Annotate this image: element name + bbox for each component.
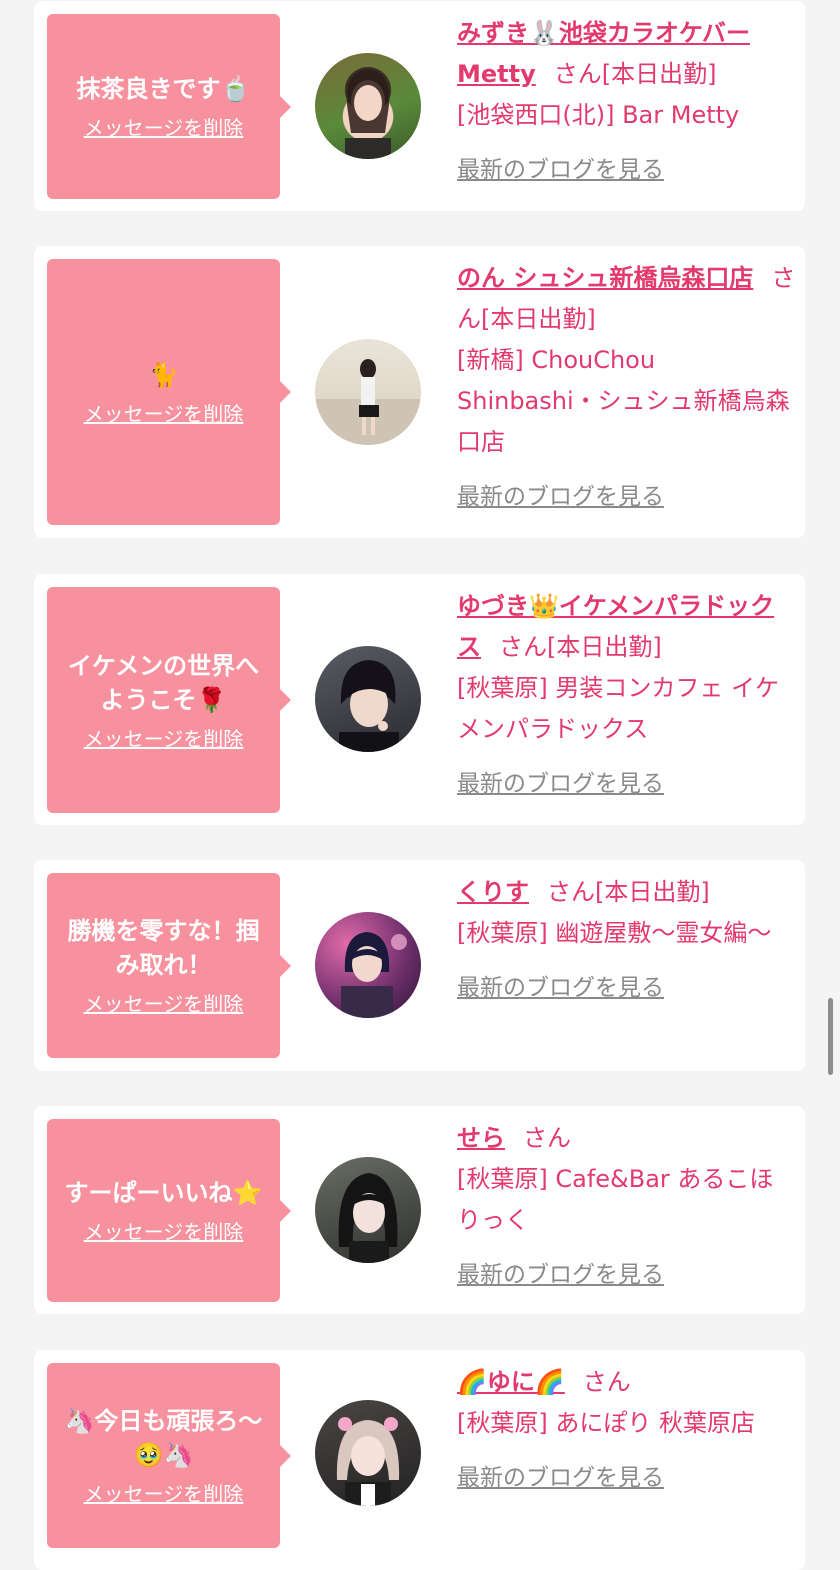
message-text: すーぱーいいね⭐ <box>64 1179 263 1207</box>
avatar[interactable] <box>315 1157 421 1263</box>
honorific: さん <box>547 878 595 906</box>
shop-name: [秋葉原] 幽遊屋敷〜霊女編〜 <box>457 919 772 947</box>
avatar-photo <box>315 359 421 445</box>
honorific: さん <box>523 1124 571 1152</box>
avatar[interactable] <box>315 646 421 752</box>
message-bubble: 🐈 メッセージを削除 <box>47 259 291 525</box>
message-text: イケメンの世界へようこそ🌹 <box>67 651 260 714</box>
message-bubble: 勝機を零すな！掴み取れ！ メッセージを削除 <box>47 873 291 1058</box>
message-card: 🐈 メッセージを削除 のん シュシュ新橋烏森口店 さん[本日出勤] [新橋] Ch… <box>34 246 805 538</box>
message-card: イケメンの世界へようこそ🌹 メッセージを削除 ゆづき👑イケメンパラドックス さん[… <box>34 574 805 825</box>
honorific: さん <box>553 60 602 88</box>
shop-name: [新橋] ChouChou Shinbashi・シュシュ新橋烏森口店 <box>457 346 790 456</box>
cast-info: せら さん [秋葉原] Cafe&Bar あるこほりっく 最新のブログを見る <box>457 1118 797 1296</box>
latest-blog-link[interactable]: 最新のブログを見る <box>457 968 664 1009</box>
shop-name: [秋葉原] あにぽり 秋葉原店 <box>457 1409 755 1437</box>
latest-blog-link[interactable]: 最新のブログを見る <box>457 477 664 518</box>
cast-info: 🌈ゆに🌈 さん [秋葉原] あにぽり 秋葉原店 最新のブログを見る <box>457 1362 797 1499</box>
avatar[interactable] <box>315 1400 421 1506</box>
delete-message-link[interactable]: メッセージを削除 <box>84 988 244 1017</box>
message-text: 抹茶良きです🍵 <box>76 75 251 103</box>
cast-info: くりす さん[本日出勤] [秋葉原] 幽遊屋敷〜霊女編〜 最新のブログを見る <box>457 872 797 1009</box>
message-bubble: 抹茶良きです🍵 メッセージを削除 <box>47 14 291 199</box>
attendance-status: [本日出勤] <box>547 633 662 661</box>
avatar[interactable] <box>315 912 421 1018</box>
avatar-photo <box>341 932 407 1018</box>
cast-name-link[interactable]: くりす <box>457 878 529 906</box>
cast-name-link[interactable]: 🌈ゆに🌈 <box>457 1368 565 1396</box>
message-bubble: 🦄今日も頑張ろ〜🥹🦄 メッセージを削除 <box>47 1363 291 1548</box>
message-bubble: イケメンの世界へようこそ🌹 メッセージを削除 <box>47 587 291 813</box>
honorific: さん <box>499 633 547 661</box>
cast-name-link[interactable]: せら <box>457 1124 505 1152</box>
delete-message-link[interactable]: メッセージを削除 <box>84 1216 244 1245</box>
attendance-status: [本日出勤] <box>601 60 717 88</box>
message-card: すーぱーいいね⭐ メッセージを削除 せら さん [秋葉原] Cafe&Bar ある… <box>34 1106 805 1314</box>
delete-message-link[interactable]: メッセージを削除 <box>84 398 244 427</box>
message-text: 勝機を零すな！掴み取れ！ <box>67 917 260 979</box>
shop-name: [池袋西口(北)] Bar Metty <box>457 101 740 129</box>
avatar-photo <box>338 1173 398 1263</box>
delete-message-link[interactable]: メッセージを削除 <box>84 723 244 752</box>
cast-info: のん シュシュ新橋烏森口店 さん[本日出勤] [新橋] ChouChou Shin… <box>457 258 797 518</box>
message-card: 勝機を零すな！掴み取れ！ メッセージを削除 くりす さん[本日出勤] [秋葉原] … <box>34 860 805 1071</box>
message-text: 🦄今日も頑張ろ〜🥹🦄 <box>64 1407 263 1469</box>
attendance-status: [本日出勤] <box>481 305 596 333</box>
latest-blog-link[interactable]: 最新のブログを見る <box>457 1255 664 1296</box>
avatar[interactable] <box>315 53 421 159</box>
avatar-photo <box>336 1417 400 1506</box>
attendance-status: [本日出勤] <box>595 878 710 906</box>
latest-blog-link[interactable]: 最新のブログを見る <box>457 764 664 805</box>
cast-name-link[interactable]: のん シュシュ新橋烏森口店 <box>457 264 753 292</box>
latest-blog-link[interactable]: 最新のブログを見る <box>457 150 664 191</box>
avatar-photo <box>345 69 391 159</box>
honorific: さん <box>582 1368 631 1396</box>
message-bubble: すーぱーいいね⭐ メッセージを削除 <box>47 1119 291 1302</box>
avatar-photo <box>339 660 399 752</box>
shop-name: [秋葉原] 男装コンカフェ イケメンパラドックス <box>457 674 779 743</box>
message-card: 🦄今日も頑張ろ〜🥹🦄 メッセージを削除 🌈ゆに🌈 さん [秋葉原] あにぽり 秋葉… <box>34 1350 805 1570</box>
message-card: 抹茶良きです🍵 メッセージを削除 みずき🐰池袋カラオケバーMetty さん[本日出… <box>34 1 805 211</box>
scrollbar[interactable] <box>828 998 833 1075</box>
cast-info: ゆづき👑イケメンパラドックス さん[本日出勤] [秋葉原] 男装コンカフェ イケメ… <box>457 586 797 805</box>
avatar[interactable] <box>315 339 421 445</box>
cast-info: みずき🐰池袋カラオケバーMetty さん[本日出勤] [池袋西口(北)] Bar … <box>457 13 797 191</box>
shop-name: [秋葉原] Cafe&Bar あるこほりっく <box>457 1165 774 1234</box>
delete-message-link[interactable]: メッセージを削除 <box>84 1478 244 1507</box>
latest-blog-link[interactable]: 最新のブログを見る <box>457 1458 664 1499</box>
delete-message-link[interactable]: メッセージを削除 <box>84 112 244 141</box>
message-text: 🐈 <box>148 360 179 389</box>
